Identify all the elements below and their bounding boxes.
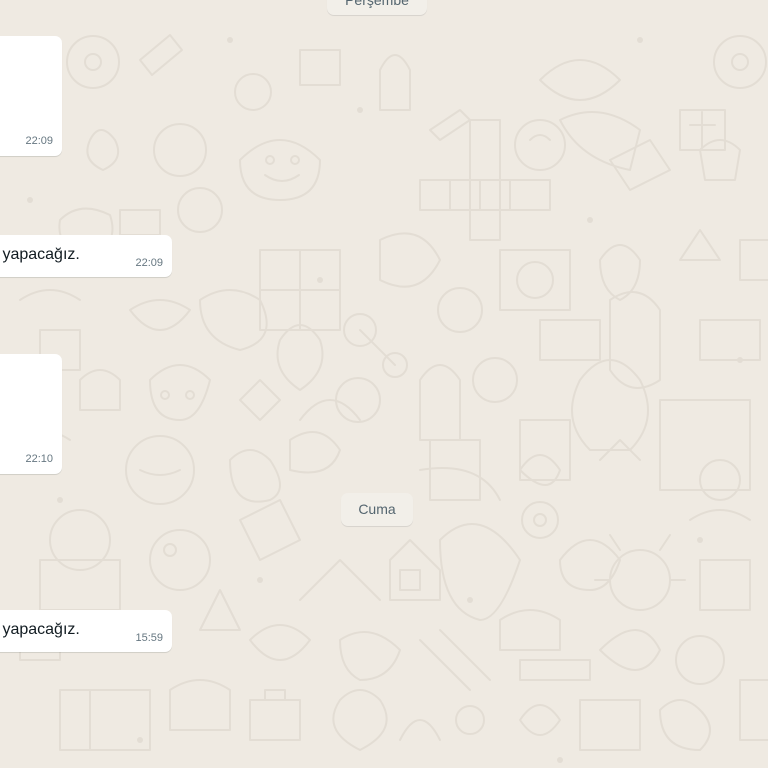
- date-separator-label: Perşembe: [345, 0, 409, 8]
- date-separator-top: Perşembe: [327, 0, 427, 15]
- chat-background: [0, 0, 768, 768]
- message-bubble[interactable]: s yapacağız. 22:09: [0, 235, 172, 277]
- message-timestamp: 15:59: [135, 632, 163, 644]
- message-text: s yapacağız.: [0, 246, 80, 263]
- date-separator-label: Cuma: [358, 501, 396, 517]
- date-separator-cuma: Cuma: [341, 493, 413, 526]
- message-timestamp: 22:09: [135, 257, 163, 269]
- message-bubble[interactable]: 22:10: [0, 354, 62, 474]
- message-timestamp: 22:09: [25, 135, 53, 147]
- message-timestamp: 22:10: [25, 453, 53, 465]
- message-bubble[interactable]: s yapacağız. 15:59: [0, 610, 172, 652]
- message-bubble[interactable]: 22:09: [0, 36, 62, 156]
- doodle-wallpaper-pattern: [9, 34, 768, 763]
- message-text: s yapacağız.: [0, 621, 80, 638]
